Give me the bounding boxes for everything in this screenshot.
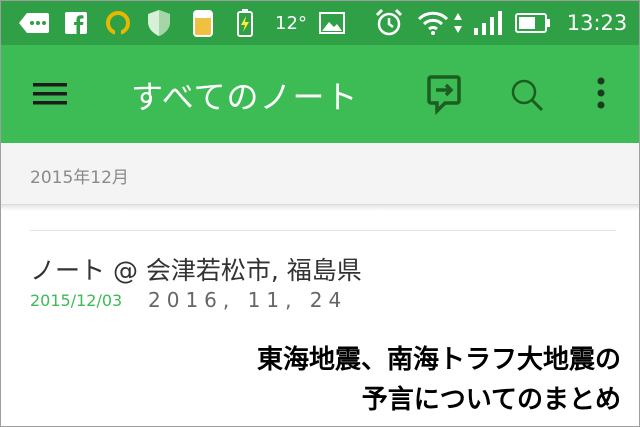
data-arrows-icon bbox=[451, 1, 465, 45]
back-arrow-icon bbox=[17, 1, 51, 45]
temperature: 12° bbox=[275, 12, 307, 34]
shield-icon bbox=[145, 1, 173, 45]
wifi-icon bbox=[417, 1, 449, 45]
sync-ring-icon bbox=[103, 1, 133, 45]
search-icon[interactable] bbox=[507, 75, 547, 115]
signal-icon bbox=[471, 1, 505, 45]
section-shadow bbox=[1, 205, 639, 211]
note-date: 2015/12/03 bbox=[30, 291, 123, 310]
beer-icon bbox=[189, 1, 217, 45]
page-title: すべてのノート bbox=[131, 78, 359, 116]
image-icon bbox=[317, 1, 347, 45]
app-bar: すべてのノート bbox=[1, 45, 639, 143]
menu-icon[interactable] bbox=[29, 77, 71, 111]
screen-frame: 12° 13:23 すべてのノート 2015年12月 ノート @ 会津若松市, … bbox=[0, 0, 640, 427]
facebook-icon bbox=[63, 1, 89, 45]
clock: 13:23 bbox=[566, 11, 628, 35]
more-vertical-icon[interactable] bbox=[589, 73, 613, 115]
status-bar: 12° 13:23 bbox=[1, 1, 639, 45]
caption-line-2: 予言についてのまとめ bbox=[361, 385, 621, 415]
battery-icon bbox=[513, 1, 553, 45]
battery-charging-icon bbox=[233, 1, 257, 45]
caption-line-1: 東海地震、南海トラフ大地震の bbox=[256, 345, 621, 375]
section-date-label: 2015年12月 bbox=[30, 168, 129, 188]
sync-icon[interactable] bbox=[425, 73, 463, 116]
note-snippet: 2016, 11, 24 bbox=[148, 288, 348, 312]
note-title: ノート @ 会津若松市, 福島県 bbox=[30, 256, 362, 285]
alarm-icon bbox=[373, 1, 405, 45]
divider bbox=[30, 230, 616, 231]
section-header: 2015年12月 bbox=[1, 143, 639, 205]
